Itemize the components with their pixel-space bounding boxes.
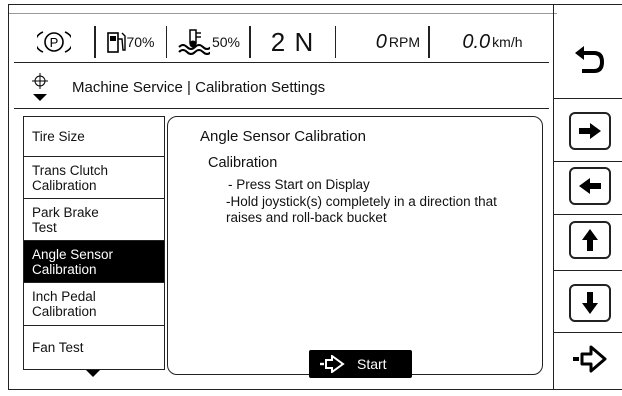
start-button[interactable]: Start: [309, 350, 412, 378]
speed-value: 0.0: [462, 30, 491, 53]
back-button[interactable]: [569, 42, 611, 80]
start-button-label: Start: [357, 356, 387, 372]
instruction-step: -Hold joystick(s) completely in a direct…: [226, 194, 497, 225]
right-button[interactable]: [569, 112, 611, 150]
menu-scroll-down-icon[interactable]: [86, 370, 100, 377]
header-divider: [14, 62, 549, 63]
arrow-left-icon: [579, 178, 601, 194]
menu-item-label: Park Brake Test: [32, 204, 99, 235]
gear-value: 2 N: [270, 26, 315, 57]
coolant-temp-icon: [178, 29, 210, 55]
menu-item-label: Inch Pedal Calibration: [32, 289, 97, 319]
menu-item-trans-clutch-calibration[interactable]: Trans Clutch Calibration: [24, 157, 164, 199]
fuel-pump-icon: [107, 32, 127, 53]
down-button[interactable]: [569, 284, 611, 322]
coolant-percent: 50%: [211, 34, 241, 50]
menu-item-park-brake-test[interactable]: Park Brake Test: [24, 199, 164, 241]
arrow-down-icon: [582, 292, 598, 314]
content-panel: Angle Sensor Calibration Calibration - P…: [167, 116, 543, 378]
fuel-percent: 70%: [126, 34, 155, 50]
coolant-indicator: 50%: [167, 24, 249, 60]
instruction-step: - Press Start on Display: [228, 177, 370, 192]
content-subtitle: Calibration: [208, 155, 278, 171]
top-separator: [9, 5, 557, 14]
back-icon: [575, 46, 605, 73]
menu-item-fan-test[interactable]: Fan Test: [24, 326, 164, 369]
menu-item-inch-pedal-calibration[interactable]: Inch Pedal Calibration: [24, 283, 164, 326]
rpm-unit: RPM: [388, 34, 420, 50]
calibration-menu: Tire Size Trans Clutch Calibration Park …: [23, 116, 165, 370]
menu-item-label: Tire Size: [32, 129, 85, 144]
park-brake-indicator: P: [14, 24, 94, 60]
enter-button[interactable]: [569, 340, 611, 378]
rpm-value: 0: [375, 30, 387, 53]
breadcrumb: Machine Service | Calibration Settings: [30, 72, 325, 102]
menu-item-label: Trans Clutch Calibration: [32, 162, 109, 193]
park-symbol: P: [50, 35, 59, 50]
rpm-indicator: 0 RPM: [336, 24, 428, 60]
menu-item-angle-sensor-calibration[interactable]: Angle Sensor Calibration: [24, 241, 164, 283]
menu-item-tire-size[interactable]: Tire Size: [24, 117, 164, 157]
crosshair-menu-icon[interactable]: [30, 72, 50, 102]
menu-item-label: Angle Sensor Calibration: [32, 246, 114, 277]
navigation-sidebar: [553, 4, 622, 390]
enter-icon: [573, 345, 607, 373]
gear-indicator: 2 N: [251, 24, 335, 60]
menu-item-label: Fan Test: [32, 340, 84, 355]
content-title: Angle Sensor Calibration: [200, 128, 366, 145]
arrow-up-icon: [582, 229, 598, 251]
breadcrumb-text: Machine Service | Calibration Settings: [72, 78, 326, 96]
status-bar: P 70% 50% 2 N 0 RPM 0.0 km/h: [14, 24, 547, 60]
speed-indicator: 0.0 km/h: [430, 24, 527, 60]
up-button[interactable]: [569, 221, 611, 259]
arrow-right-icon: [579, 123, 601, 139]
speed-unit: km/h: [492, 34, 523, 50]
enter-arrow-icon: [320, 355, 345, 373]
park-brake-icon: P: [37, 31, 71, 53]
left-button[interactable]: [569, 167, 611, 205]
breadcrumb-divider: [14, 108, 549, 109]
fuel-indicator: 70%: [96, 24, 166, 60]
